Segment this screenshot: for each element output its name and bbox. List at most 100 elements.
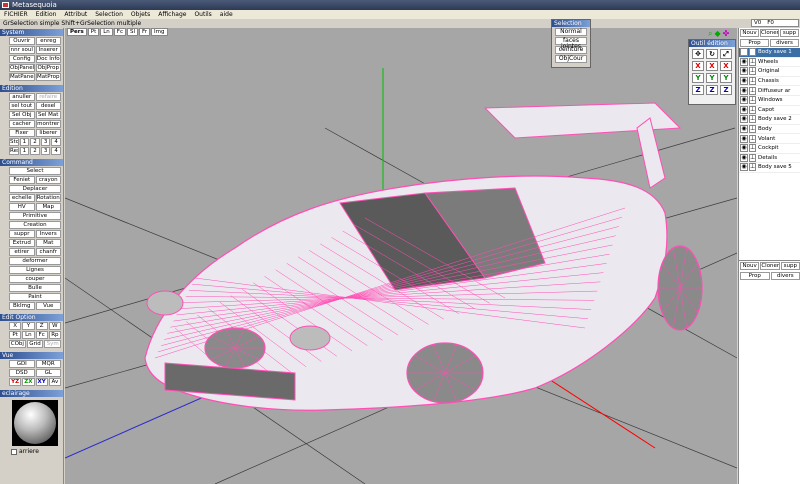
button-invers[interactable]: Invers <box>35 230 61 238</box>
button-1[interactable]: 1 <box>19 147 30 155</box>
arriere-checkbox[interactable] <box>11 448 17 455</box>
button-dsd[interactable]: DSD <box>9 369 35 377</box>
button-y[interactable]: Y <box>22 322 35 330</box>
3d-viewport[interactable]: Pers Pt Ln Fc Sl Fr Img <box>65 28 737 484</box>
object-item-capot[interactable]: ◉ ⊥ Capot <box>739 105 800 116</box>
button-config[interactable]: Config <box>9 55 35 63</box>
selection-faces-jointes[interactable]: faces jointes <box>555 37 587 50</box>
button-2[interactable]: 2 <box>30 138 40 146</box>
material-tab-nouv[interactable]: Nouv <box>740 262 760 270</box>
lock-icon[interactable]: ⊥ <box>749 144 756 153</box>
button-suppr[interactable]: suppr <box>9 230 35 238</box>
selection-normal[interactable]: Normal <box>555 28 587 36</box>
lock-icon[interactable]: ⊥ <box>749 105 756 114</box>
visibility-eye-icon[interactable]: ◉ <box>740 125 748 134</box>
visibility-eye-icon[interactable]: ◉ <box>740 77 748 86</box>
menu-objets[interactable]: Objets <box>127 10 154 19</box>
button-1[interactable]: 1 <box>19 138 30 146</box>
lock-icon[interactable]: ⊥ <box>749 86 756 95</box>
object-item-chassis[interactable]: ◉ ⊥ Chassis <box>739 77 800 87</box>
button-gdi[interactable]: GDI <box>9 360 35 368</box>
outil-x-button[interactable]: X <box>692 61 704 71</box>
button-sel-obj[interactable]: Sel Obj <box>9 111 35 119</box>
arriere-checkbox-row[interactable]: arriere <box>9 448 61 455</box>
visibility-eye-icon[interactable]: ◉ <box>740 153 748 162</box>
object-item-body-save-2[interactable]: ◉ ⊥ Body save 2 <box>739 115 800 125</box>
object-item-wheels[interactable]: ◉ ⊥ Wheels <box>739 57 800 68</box>
button-map[interactable]: Map <box>35 203 61 211</box>
magenta-dots-icon[interactable]: ✤ <box>723 29 730 39</box>
button-restore[interactable]: Restore <box>9 147 19 155</box>
button-gl[interactable]: GL <box>35 369 61 377</box>
object-item-details[interactable]: ◉ ⊥ Details <box>739 153 800 164</box>
button-store[interactable]: Store <box>9 138 19 146</box>
button-rp[interactable]: Rp <box>48 331 61 339</box>
material-tab-supp[interactable]: supp <box>780 262 800 270</box>
outil-x-button[interactable]: X <box>706 61 718 71</box>
button-echelle[interactable]: echelle <box>9 194 35 202</box>
button-av[interactable]: Av <box>48 378 61 386</box>
material-tab-prop[interactable]: Prop <box>740 272 770 280</box>
lock-icon[interactable]: ⊥ <box>749 77 756 86</box>
visibility-eye-icon[interactable]: ◉ <box>740 144 748 153</box>
object-item-body-save-1[interactable]: ◉ ⊥ Body save 1 <box>739 48 800 58</box>
menu-selection[interactable]: Selection <box>91 10 127 19</box>
wireframe-scene[interactable] <box>65 28 737 484</box>
object-item-body-save-5[interactable]: ◉ ⊥ Body save 5 <box>739 163 800 173</box>
menu-affichage[interactable]: Affichage <box>154 10 190 19</box>
button-zx[interactable]: ZX <box>22 378 35 386</box>
button-grid[interactable]: Grid <box>26 340 44 348</box>
object-item-volant[interactable]: ◉ ⊥ Volant <box>739 134 800 144</box>
button-enreg[interactable]: enreg <box>35 37 61 45</box>
button-inserer[interactable]: Inserer <box>35 46 61 54</box>
object-tab-prop[interactable]: Prop <box>740 39 769 47</box>
button-cacher[interactable]: cacher <box>9 120 35 128</box>
selection-ceinture[interactable]: ceinture <box>555 46 587 54</box>
menu-outils[interactable]: Outils <box>190 10 215 19</box>
green-diamond-icon[interactable]: ◆ <box>714 29 720 39</box>
visibility-eye-icon[interactable]: ◉ <box>740 67 748 76</box>
button-w[interactable]: W <box>48 322 61 330</box>
button-ouvrir[interactable]: Ouvrir <box>9 37 35 45</box>
object-tab-cloner[interactable]: Cloner <box>760 29 779 37</box>
lock-icon[interactable]: ⊥ <box>749 153 756 162</box>
button-lignes[interactable]: Lignes <box>9 266 61 274</box>
button-objprop[interactable]: ObjProp <box>35 64 61 72</box>
button-chanfr[interactable]: chanfr <box>35 248 61 256</box>
button-doc-info[interactable]: Doc Info <box>35 55 61 63</box>
button-rotation[interactable]: Rotation <box>35 194 61 202</box>
button-sel-tout[interactable]: sel tout <box>9 102 35 110</box>
material-tab-cloner[interactable]: Cloner <box>760 262 780 270</box>
button-x[interactable]: X <box>9 322 22 330</box>
outil-z-button[interactable]: Z <box>706 85 718 95</box>
lock-icon[interactable]: ⊥ <box>749 67 756 76</box>
outil--button[interactable]: ↻ <box>706 49 718 59</box>
button-fc[interactable]: Fc <box>35 331 48 339</box>
button-mat[interactable]: Mat <box>35 239 61 247</box>
lock-icon[interactable]: ⊥ <box>749 134 756 143</box>
button-etirer[interactable]: etirer <box>9 248 35 256</box>
object-tab-nouv[interactable]: Nouv <box>740 29 759 37</box>
visibility-eye-icon[interactable]: ◉ <box>740 48 748 57</box>
button-ln[interactable]: Ln <box>22 331 35 339</box>
object-item-body[interactable]: ◉ ⊥ Body <box>739 125 800 135</box>
button-deformer[interactable]: deformer <box>9 257 61 265</box>
visibility-eye-icon[interactable]: ◉ <box>740 105 748 114</box>
button-extrud[interactable]: Extrud <box>9 239 35 247</box>
outil-x-button[interactable]: X <box>720 61 732 71</box>
button-refaire[interactable]: refaire <box>35 93 61 101</box>
button-sym[interactable]: Sym <box>44 340 62 348</box>
light-sphere-preview[interactable] <box>12 400 58 446</box>
object-item-windows[interactable]: ◉ ⊥ Windows <box>739 96 800 106</box>
button-montrer[interactable]: montrer <box>35 120 61 128</box>
lock-icon[interactable]: ⊥ <box>749 57 756 66</box>
button-matpanel[interactable]: MatPanel <box>9 73 35 81</box>
button-nnr-soul[interactable]: nnr soul <box>9 46 35 54</box>
button-cobj[interactable]: CObj <box>9 340 26 348</box>
button-xy[interactable]: XY <box>35 378 48 386</box>
button-couper[interactable]: couper <box>9 275 61 283</box>
button-4[interactable]: 4 <box>51 138 61 146</box>
button-3[interactable]: 3 <box>40 138 51 146</box>
lock-icon[interactable]: ⊥ <box>749 96 756 105</box>
visibility-eye-icon[interactable]: ◉ <box>740 96 748 105</box>
